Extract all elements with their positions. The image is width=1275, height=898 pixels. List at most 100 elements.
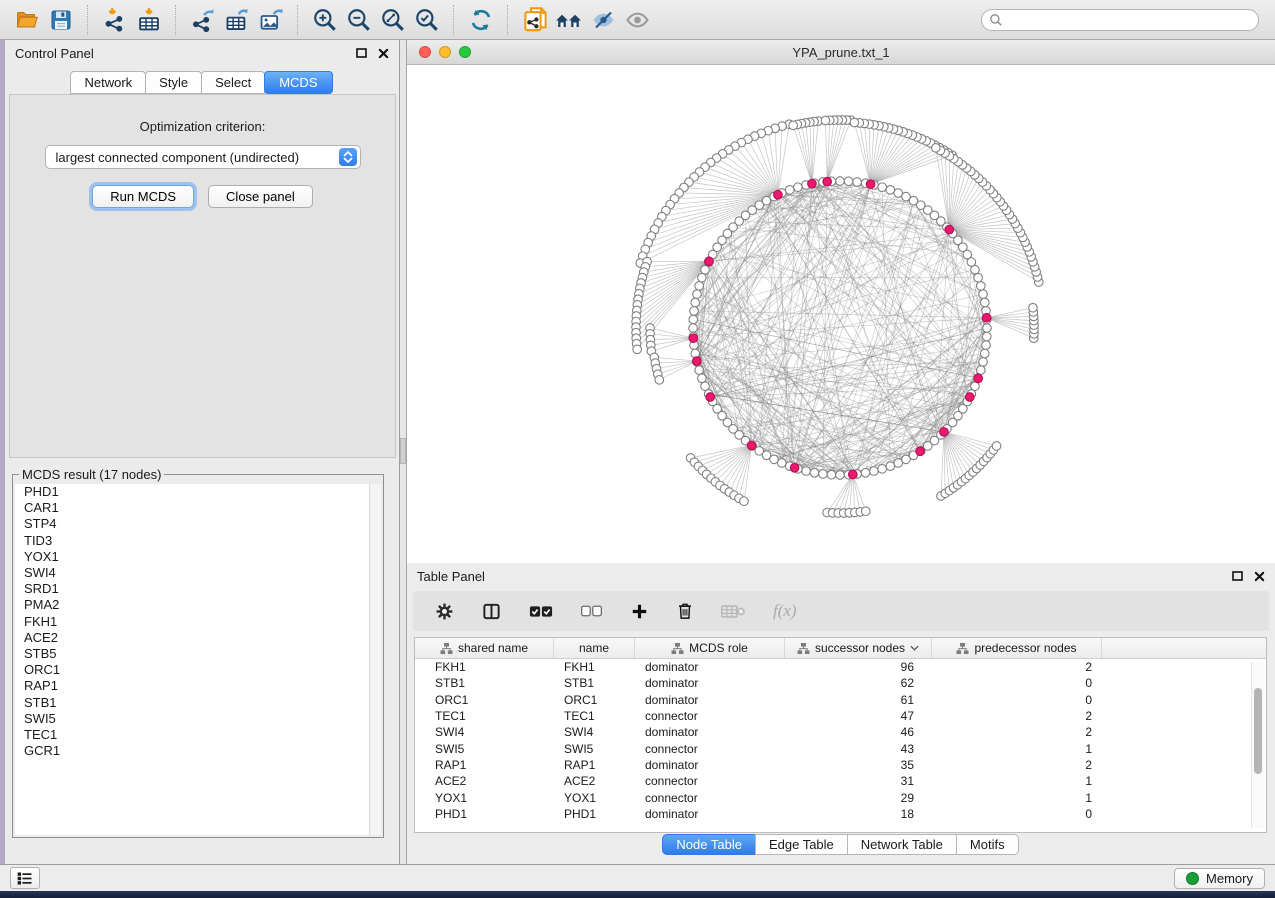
mcds-result-item[interactable]: SWI4 (15, 565, 381, 581)
hide-selected-icon[interactable] (586, 5, 620, 35)
save-session-icon[interactable] (44, 5, 78, 35)
export-image-icon[interactable] (254, 5, 288, 35)
tab-style[interactable]: Style (145, 71, 202, 94)
select-all-icon[interactable] (529, 605, 553, 618)
mcds-result-item[interactable]: SRD1 (15, 581, 381, 597)
run-mcds-button[interactable]: Run MCDS (92, 185, 194, 208)
tab-motifs[interactable]: Motifs (956, 834, 1019, 855)
open-session-icon[interactable] (10, 5, 44, 35)
mcds-hub-node[interactable] (823, 177, 832, 186)
ring-node[interactable] (870, 467, 879, 476)
ring-node[interactable] (785, 186, 794, 195)
deselect-all-icon[interactable] (580, 605, 603, 617)
ring-node[interactable] (836, 471, 845, 480)
ring-node[interactable] (971, 382, 980, 391)
mcds-hub-node[interactable] (747, 441, 756, 450)
ring-node[interactable] (878, 183, 887, 192)
ring-node[interactable] (983, 324, 992, 333)
leaf-node[interactable] (861, 507, 870, 516)
column-header-mcds-role[interactable]: MCDS role (635, 638, 785, 658)
ring-node[interactable] (878, 465, 887, 474)
mcds-result-item[interactable]: PMA2 (15, 597, 381, 613)
ring-node[interactable] (886, 186, 895, 195)
export-table-icon[interactable] (220, 5, 254, 35)
add-column-icon[interactable] (630, 602, 649, 621)
ring-node[interactable] (980, 298, 989, 307)
close-panel-icon[interactable] (1254, 571, 1265, 582)
zoom-selected-icon[interactable] (410, 5, 444, 35)
leaf-node[interactable] (633, 345, 642, 354)
mcds-list-scrollbar[interactable] (369, 484, 381, 835)
ring-node[interactable] (698, 273, 707, 282)
ring-node[interactable] (977, 282, 986, 291)
ring-node[interactable] (979, 358, 988, 367)
tab-edge-table[interactable]: Edge Table (755, 834, 848, 855)
refresh-view-icon[interactable] (464, 5, 498, 35)
table-scrollbar[interactable] (1251, 662, 1264, 828)
delete-column-icon[interactable] (676, 601, 694, 621)
leaf-node[interactable] (850, 118, 859, 127)
mcds-result-item[interactable]: STB5 (15, 646, 381, 662)
mcds-hub-node[interactable] (945, 225, 954, 234)
zoom-in-icon[interactable] (308, 5, 342, 35)
ring-node[interactable] (802, 467, 811, 476)
table-row[interactable]: YOX1YOX1connector291 (415, 789, 1266, 805)
mcds-result-item[interactable]: SWI5 (15, 711, 381, 727)
first-neighbors-icon[interactable] (552, 5, 586, 35)
float-panel-icon[interactable] (356, 48, 367, 58)
tab-network[interactable]: Network (70, 71, 146, 94)
import-network-icon[interactable] (98, 5, 132, 35)
table-row[interactable]: ACE2ACE2connector311 (415, 773, 1266, 789)
ring-node[interactable] (861, 468, 870, 477)
tab-network-table[interactable]: Network Table (847, 834, 957, 855)
ring-node[interactable] (819, 470, 828, 479)
ring-node[interactable] (693, 290, 702, 299)
mcds-hub-node[interactable] (706, 393, 715, 402)
ring-node[interactable] (690, 307, 699, 316)
leaf-node[interactable] (992, 442, 1001, 451)
ring-node[interactable] (810, 468, 819, 477)
tab-node-table[interactable]: Node Table (662, 834, 756, 855)
mcds-result-item[interactable]: STB1 (15, 695, 381, 711)
zoom-fit-icon[interactable] (376, 5, 410, 35)
ring-node[interactable] (695, 282, 704, 291)
task-history-button[interactable] (10, 867, 40, 889)
mcds-hub-node[interactable] (689, 334, 698, 343)
mcds-result-item[interactable]: PHD1 (15, 484, 381, 500)
memory-button[interactable]: Memory (1174, 868, 1265, 889)
settings-gear-icon[interactable] (435, 602, 454, 621)
import-table-icon[interactable] (132, 5, 166, 35)
ring-node[interactable] (886, 462, 895, 471)
table-scrollbar-thumb[interactable] (1254, 688, 1262, 774)
tab-select[interactable]: Select (201, 71, 265, 94)
optimization-criterion-select[interactable]: largest connected component (undirected) (45, 145, 361, 169)
export-network-icon[interactable] (186, 5, 220, 35)
column-header-predecessor-nodes[interactable]: predecessor nodes (932, 638, 1102, 658)
mcds-result-item[interactable]: TEC1 (15, 727, 381, 743)
leaf-node[interactable] (821, 116, 830, 125)
close-window-icon[interactable] (419, 46, 431, 58)
ring-node[interactable] (827, 470, 836, 479)
ring-node[interactable] (853, 178, 862, 187)
mcds-result-item[interactable]: FKH1 (15, 614, 381, 630)
mcds-hub-node[interactable] (705, 257, 714, 266)
mcds-result-item[interactable]: CAR1 (15, 500, 381, 516)
ring-node[interactable] (695, 366, 704, 375)
leaf-node[interactable] (1029, 303, 1038, 312)
network-window-titlebar[interactable]: YPA_prune.txt_1 (407, 40, 1275, 65)
duplicate-network-icon[interactable] (518, 5, 552, 35)
mcds-hub-node[interactable] (849, 470, 858, 479)
mcds-hub-node[interactable] (974, 374, 983, 383)
ring-node[interactable] (844, 177, 853, 186)
ring-node[interactable] (982, 332, 991, 341)
mcds-hub-node[interactable] (774, 190, 783, 199)
mcds-result-item[interactable]: RAP1 (15, 678, 381, 694)
mcds-result-item[interactable]: STP4 (15, 516, 381, 532)
search-input[interactable] (981, 9, 1259, 31)
maximize-window-icon[interactable] (459, 46, 471, 58)
mcds-result-item[interactable]: ORC1 (15, 662, 381, 678)
minimize-window-icon[interactable] (439, 46, 451, 58)
close-panel-icon[interactable] (378, 48, 389, 59)
ring-node[interactable] (698, 374, 707, 383)
ring-node[interactable] (982, 341, 991, 350)
